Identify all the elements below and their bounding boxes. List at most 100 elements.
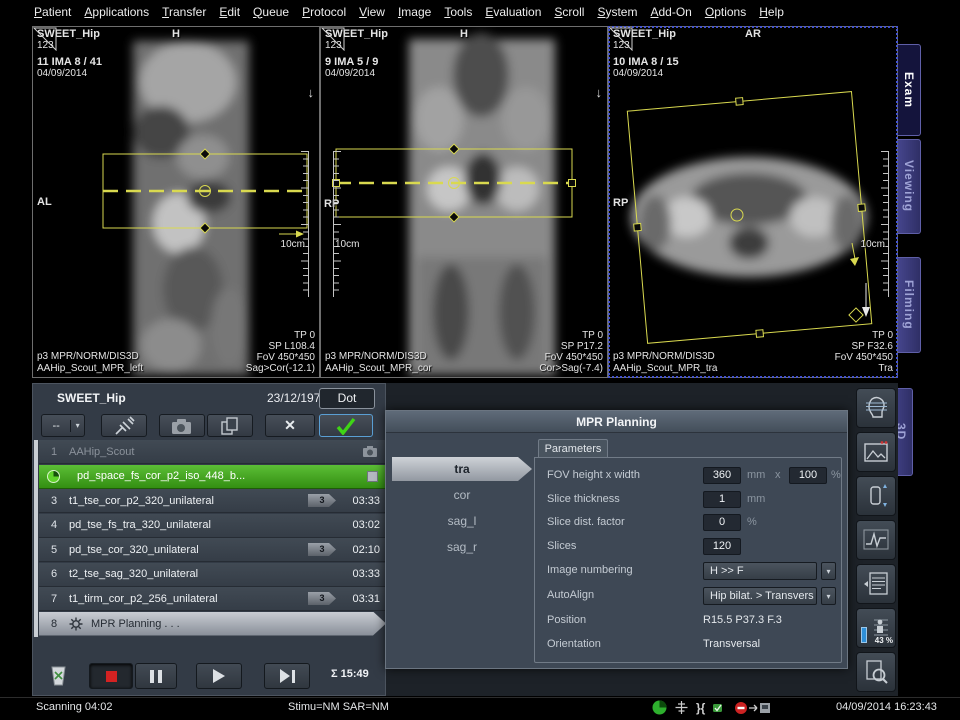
image-search-button[interactable]: [856, 652, 896, 692]
skip-button[interactable]: [264, 663, 310, 689]
play-button[interactable]: [196, 663, 242, 689]
slices-input[interactable]: 120: [703, 538, 741, 555]
viewport-coronal[interactable]: SWEET_Hip 123 9 IMA 5 / 9 04/09/2014 H R…: [320, 26, 608, 378]
stop-icon: [106, 671, 117, 682]
protocol-row-6[interactable]: 6 t2_tse_sag_320_unilateral 03:33: [39, 563, 386, 587]
fov-width-input[interactable]: 100: [789, 467, 827, 484]
protocol-row-4[interactable]: 4 pd_tse_fs_tra_320_unilateral 03:02: [39, 514, 386, 538]
fov-height-input[interactable]: 360: [703, 467, 741, 484]
step-number: 7: [39, 593, 69, 605]
step-duration: 03:31: [346, 593, 386, 605]
delete-button[interactable]: [45, 663, 71, 694]
play-icon: [213, 669, 225, 683]
step-number: 3: [39, 495, 69, 507]
viewport-corner-icon[interactable]: [33, 27, 57, 51]
range-item-cor[interactable]: cor: [392, 483, 532, 507]
chevron-down-icon[interactable]: ▾: [821, 587, 836, 605]
stop-button[interactable]: [89, 663, 133, 689]
step-number: 6: [39, 568, 69, 580]
vp2-image-info: 9 IMA 5 / 9: [325, 57, 378, 68]
menu-addon[interactable]: Add-On: [650, 5, 691, 19]
field-slice-thickness: Slice thickness 1 mm: [535, 491, 841, 509]
scroll-down-icon[interactable]: ↓: [308, 85, 315, 100]
viewport-sagittal[interactable]: SWEET_Hip 123 11 IMA 8 / 41 04/09/2014 H…: [32, 26, 320, 378]
menu-help[interactable]: Help: [759, 5, 784, 19]
range-item-sag-r[interactable]: sag_r: [392, 535, 532, 559]
copy-reference-badge: 3: [308, 543, 336, 556]
orientation-value: Transversal: [703, 638, 760, 650]
scan-status: Scanning 04:02: [36, 701, 112, 713]
menu-evaluation[interactable]: Evaluation: [485, 5, 541, 19]
mpr-3d-tool-button[interactable]: [856, 388, 896, 428]
tab-exam[interactable]: Exam: [898, 44, 921, 136]
field-unit: mm: [747, 469, 765, 481]
roi-overlay-sagittal[interactable]: [33, 27, 320, 378]
menu-applications[interactable]: Applications: [84, 5, 149, 19]
check-icon: [336, 417, 356, 435]
cancel-step-button[interactable]: ✕: [265, 414, 315, 437]
patient-name: SWEET_Hip: [57, 391, 126, 405]
step-number: 4: [39, 519, 69, 531]
patient-reposition-button[interactable]: [856, 476, 896, 516]
protocol-document-button[interactable]: [856, 564, 896, 604]
vp1-ruler-label: 10cm: [281, 239, 305, 250]
tab-parameters[interactable]: Parameters: [538, 439, 608, 458]
copy-reference-button[interactable]: [159, 414, 205, 437]
step-number: 1: [39, 446, 69, 458]
protocol-row-1[interactable]: 1 AAHip_Scout: [39, 440, 386, 464]
protocol-row-5[interactable]: 5 pd_tse_cor_320_unilateral 3 02:10: [39, 538, 386, 562]
menu-scroll[interactable]: Scroll: [554, 5, 584, 19]
autoalign-select[interactable]: Hip bilat. > Transvers: [703, 587, 817, 605]
combo-button[interactable]: -- ▾: [41, 414, 85, 437]
sar-monitor-button[interactable]: 43 %: [856, 608, 896, 648]
contrast-injection-button[interactable]: [101, 414, 147, 437]
field-label: Slices: [547, 540, 576, 552]
dot-button[interactable]: Dot: [319, 388, 375, 409]
menu-transfer[interactable]: Transfer: [162, 5, 206, 19]
viewport-corner-icon[interactable]: [321, 27, 345, 51]
physio-curve-button[interactable]: [856, 520, 896, 560]
slice-dist-input[interactable]: 0: [703, 514, 741, 531]
menu-protocol[interactable]: Protocol: [302, 5, 346, 19]
menu-view[interactable]: View: [359, 5, 385, 19]
apply-button[interactable]: [319, 414, 373, 437]
vp2-fov: FoV 450*450: [545, 352, 603, 363]
vp3-sp: SP F32.6: [851, 341, 893, 352]
menu-tools[interactable]: Tools: [444, 5, 472, 19]
vp1-fov: FoV 450*450: [257, 352, 315, 363]
step-name: pd_space_fs_cor_p2_iso_448_b...: [77, 470, 367, 482]
menu-system[interactable]: System: [597, 5, 637, 19]
range-item-tra[interactable]: tra: [392, 457, 532, 481]
chevron-down-icon[interactable]: ▾: [71, 421, 84, 430]
viewport-corner-icon[interactable]: [609, 27, 633, 51]
scale-ruler: [333, 151, 341, 297]
protocol-row-2-running[interactable]: pd_space_fs_cor_p2_iso_448_b...: [39, 465, 386, 489]
menu-edit[interactable]: Edit: [219, 5, 240, 19]
vp1-series: AAHip_Scout_MPR_left: [37, 363, 143, 374]
slice-thickness-input[interactable]: 1: [703, 491, 741, 508]
protocol-row-7[interactable]: 7 t1_tirm_cor_p2_256_unilateral 3 03:31: [39, 587, 386, 611]
roi-overlay-coronal[interactable]: [321, 27, 608, 378]
protocol-row-3[interactable]: 3 t1_tse_cor_p2_320_unilateral 3 03:33: [39, 489, 386, 513]
roi-overlay-transversal[interactable]: [609, 27, 898, 378]
vp1-orientation-left: AL: [37, 197, 52, 208]
viewport-transversal[interactable]: SWEET_Hip 123 10 IMA 8 / 15 04/09/2014 A…: [608, 26, 898, 378]
tab-viewing[interactable]: Viewing: [898, 139, 921, 234]
image-numbering-select[interactable]: H >> F: [703, 562, 817, 580]
menu-options[interactable]: Options: [705, 5, 746, 19]
chevron-down-icon[interactable]: ▾: [821, 562, 836, 580]
pause-button[interactable]: [135, 663, 177, 689]
scroll-down-icon[interactable]: ↓: [596, 85, 603, 100]
copy-protocol-button[interactable]: [207, 414, 253, 437]
vp3-orientation-top: AR: [609, 29, 897, 40]
dialog-title[interactable]: MPR Planning: [386, 411, 847, 433]
protocol-row-8-selected[interactable]: 8 MPR Planning . . .: [39, 612, 386, 636]
image-gallery-button[interactable]: [856, 432, 896, 472]
menu-image[interactable]: Image: [398, 5, 431, 19]
menu-patient[interactable]: Patient: [34, 5, 71, 19]
tab-filming[interactable]: Filming: [898, 257, 921, 353]
list-scrollbar[interactable]: [34, 440, 38, 637]
range-item-sag-l[interactable]: sag_l: [392, 509, 532, 533]
menu-queue[interactable]: Queue: [253, 5, 289, 19]
vp3-image-info: 10 IMA 8 / 15: [613, 57, 679, 68]
